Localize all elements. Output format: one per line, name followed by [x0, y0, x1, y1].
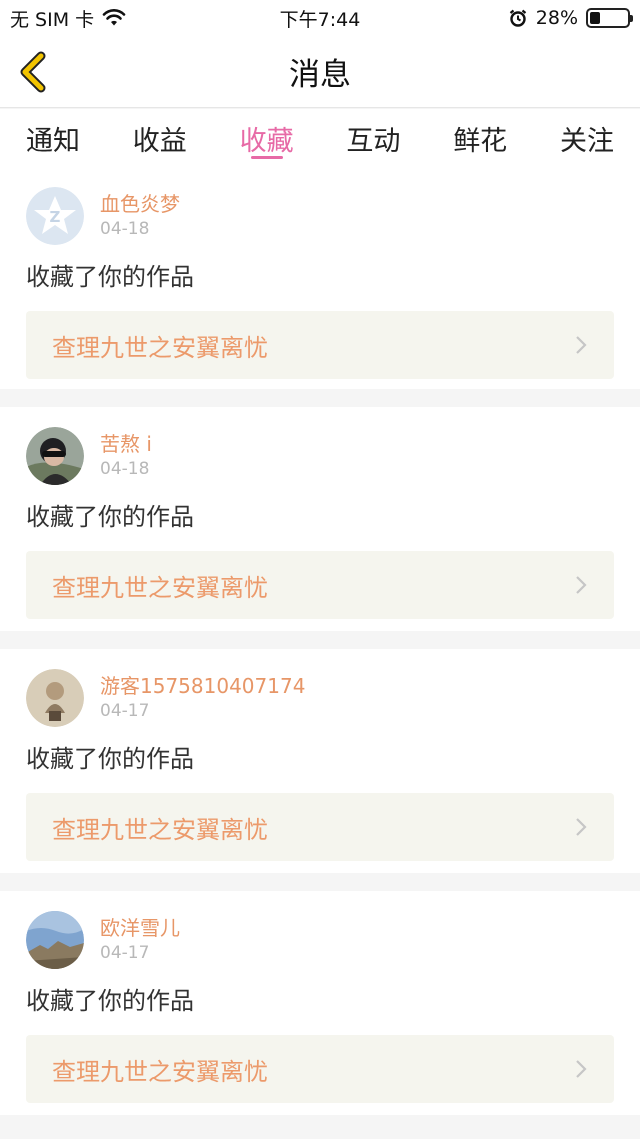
work-link[interactable]: 查理九世之安翼离忧 [26, 793, 614, 861]
battery-percent: 28% [535, 7, 578, 29]
chevron-right-icon [576, 336, 587, 354]
date: 04-18 [100, 219, 150, 239]
work-link[interactable]: 查理九世之安翼离忧 [26, 1035, 614, 1103]
svg-text:Z: Z [50, 208, 61, 226]
battery-icon [586, 8, 633, 28]
user-meta: 欧洋雪儿 04-17 [100, 915, 180, 965]
avatar[interactable] [26, 911, 84, 969]
work-link[interactable]: 查理九世之安翼离忧 [26, 551, 614, 619]
work-title: 查理九世之安翼离忧 [52, 815, 268, 844]
list-item: 苦熬 i 04-18 收藏了你的作品 查理九世之安翼离忧 [0, 407, 640, 631]
user-row: 苦熬 i 04-18 [26, 425, 614, 487]
page-title: 消息 [289, 57, 351, 93]
nav-bar: 消息 [0, 36, 640, 108]
work-title: 查理九世之安翼离忧 [52, 1057, 268, 1086]
user-meta: 苦熬 i 04-18 [100, 431, 152, 481]
action-text: 收藏了你的作品 [26, 745, 194, 773]
tab-flowers[interactable]: 鲜花 [453, 109, 507, 167]
action-text: 收藏了你的作品 [26, 263, 194, 291]
wifi-icon [102, 9, 126, 26]
list-item: Z 血色炎梦 04-18 收藏了你的作品 查理九世之安翼离忧 [0, 167, 640, 389]
tab-follows[interactable]: 关注 [560, 109, 614, 167]
alarm-icon [509, 9, 526, 27]
avatar[interactable]: Z [26, 187, 84, 245]
tab-favorites[interactable]: 收藏 [240, 109, 294, 167]
work-link[interactable]: 查理九世之安翼离忧 [26, 311, 614, 379]
qq-default-avatar-icon: Z [26, 187, 84, 245]
user-meta: 血色炎梦 04-18 [100, 191, 180, 241]
tab-earnings[interactable]: 收益 [133, 109, 187, 167]
action-text: 收藏了你的作品 [26, 503, 194, 531]
avatar[interactable] [26, 427, 84, 485]
avatar[interactable] [26, 669, 84, 727]
tab-bar: 通知 收益 收藏 互动 鲜花 关注 [0, 109, 640, 167]
chevron-left-icon[interactable] [14, 50, 54, 94]
date: 04-17 [100, 701, 150, 721]
work-title: 查理九世之安翼离忧 [52, 333, 268, 362]
status-bar: 无 SIM 卡 下午7:44 28% [0, 0, 640, 36]
list-item: 欧洋雪儿 04-17 收藏了你的作品 查理九世之安翼离忧 [0, 891, 640, 1115]
user-row: 游客1575810407174 04-17 [26, 667, 614, 729]
user-row: Z 血色炎梦 04-18 [26, 185, 614, 247]
chevron-right-icon [576, 818, 587, 836]
carrier-label: 无 SIM 卡 [10, 8, 95, 31]
status-left: 无 SIM 卡 [10, 5, 126, 32]
chevron-right-icon [576, 576, 587, 594]
action-text: 收藏了你的作品 [26, 987, 194, 1015]
list-item: 游客1575810407174 04-17 收藏了你的作品 查理九世之安翼离忧 [0, 649, 640, 873]
battery-fill [590, 12, 601, 24]
user-row: 欧洋雪儿 04-17 [26, 909, 614, 971]
photo-avatar-icon [26, 911, 84, 969]
work-title: 查理九世之安翼离忧 [52, 573, 268, 602]
date: 04-17 [100, 943, 150, 963]
username[interactable]: 苦熬 i [100, 431, 152, 457]
tab-notifications[interactable]: 通知 [26, 109, 80, 167]
message-list: Z 血色炎梦 04-18 收藏了你的作品 查理九世之安翼离忧 苦熬 i 04-1… [0, 167, 640, 1133]
photo-avatar-icon [26, 669, 84, 727]
date: 04-18 [100, 459, 150, 479]
chevron-right-icon [576, 1060, 587, 1078]
tab-interactions[interactable]: 互动 [346, 109, 400, 167]
user-meta: 游客1575810407174 04-17 [100, 673, 305, 723]
username[interactable]: 欧洋雪儿 [100, 915, 180, 941]
username[interactable]: 游客1575810407174 [100, 673, 305, 699]
photo-avatar-icon [26, 427, 84, 485]
username[interactable]: 血色炎梦 [100, 191, 180, 217]
status-right: 28% [508, 7, 633, 29]
